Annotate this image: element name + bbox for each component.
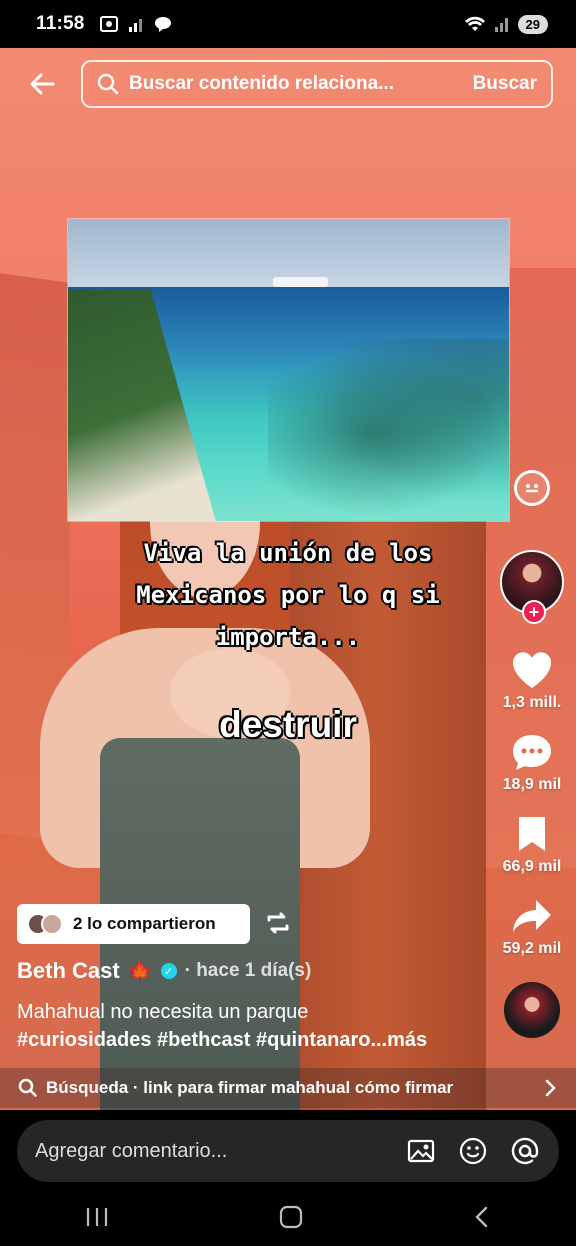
action-rail: + 1,3 mill. 18,9 mil 66,9 mil 59,2 mil — [488, 470, 576, 1038]
comment-placeholder: Agregar comentario... — [35, 1139, 228, 1162]
chevron-right-icon — [545, 1079, 556, 1097]
recent-apps-button[interactable] — [84, 1206, 110, 1233]
bookmark-count: 66,9 mil — [502, 858, 562, 875]
maple-leaf-emoji: 🍁 — [127, 960, 153, 983]
top-search-bar: Buscar contenido relaciona... Buscar — [0, 60, 576, 108]
comment-input[interactable]: Agregar comentario... — [17, 1120, 559, 1182]
follow-button[interactable]: + — [522, 600, 546, 624]
like-count: 1,3 mill. — [502, 694, 562, 711]
post-description[interactable]: Mahahual no necesita un parque #curiosid… — [17, 998, 497, 1054]
share-action[interactable]: 59,2 mil — [502, 896, 562, 958]
recents-icon — [86, 1207, 108, 1226]
avatar — [41, 913, 63, 935]
post-time: · hace 1 día(s) — [184, 960, 312, 981]
emoji-icon — [459, 1137, 487, 1165]
home-icon — [279, 1205, 303, 1228]
creator-avatar[interactable]: + — [500, 550, 564, 624]
beach-photo-overlay — [67, 218, 510, 522]
bookmark-icon — [518, 817, 545, 851]
mention-button[interactable] — [509, 1135, 541, 1167]
search-button[interactable]: Buscar — [473, 73, 537, 95]
author-row: Beth Cast 🍁 ✓ · hace 1 día(s) — [17, 958, 311, 984]
back-button[interactable] — [0, 60, 84, 108]
wifi-icon — [464, 16, 485, 31]
share-arrow-icon — [512, 900, 551, 932]
emoji-button[interactable] — [457, 1135, 489, 1167]
search-icon — [97, 73, 119, 95]
system-back-button[interactable] — [472, 1205, 492, 1234]
at-sign-icon — [511, 1137, 539, 1165]
face-icon — [525, 484, 539, 493]
share-count: 59,2 mil — [502, 940, 562, 957]
system-nav-bar — [0, 1192, 576, 1246]
battery-indicator: 29 — [517, 14, 548, 34]
arrow-left-icon — [30, 73, 55, 95]
heart-icon — [512, 652, 552, 688]
image-picker-button[interactable] — [405, 1135, 437, 1167]
effect-button[interactable] — [514, 470, 550, 506]
chat-bubble-icon — [154, 17, 171, 32]
home-button[interactable] — [278, 1204, 304, 1235]
status-time: 11:58 — [36, 13, 85, 34]
status-notification-icons — [99, 15, 173, 33]
comment-bar: Agregar comentario... — [0, 1110, 576, 1192]
related-search-bar[interactable]: Búsqueda · link para firmar mahahual cóm… — [0, 1068, 576, 1108]
image-icon — [407, 1139, 435, 1163]
cell-signal-icon — [494, 18, 508, 32]
verified-badge-icon: ✓ — [160, 963, 177, 979]
description-text: Mahahual no necesita un parque — [17, 1001, 309, 1023]
screenshot-icon — [99, 16, 118, 32]
related-search-label: Búsqueda · link para firmar mahahual cóm… — [46, 1078, 454, 1097]
search-query-text[interactable]: Buscar contenido relaciona... — [129, 73, 473, 95]
search-field[interactable]: Buscar contenido relaciona... Buscar — [81, 60, 553, 108]
shared-by-label: 2 lo compartieron — [73, 914, 216, 933]
comment-count: 18,9 mil — [502, 776, 562, 793]
chevron-left-icon — [475, 1206, 488, 1227]
shared-by-chip[interactable]: 2 lo compartieron — [17, 904, 250, 944]
comment-icon — [512, 735, 551, 770]
author-name[interactable]: Beth Cast — [17, 958, 120, 984]
signal-icon — [128, 19, 142, 32]
hashtags[interactable]: #curiosidades #bethcast #quintanaro...má… — [17, 1026, 497, 1054]
sound-disc[interactable] — [504, 982, 560, 1038]
search-icon — [18, 1078, 37, 1097]
status-bar: 11:58 29 — [0, 0, 576, 48]
like-action[interactable]: 1,3 mill. — [502, 650, 562, 712]
repost-icon[interactable] — [264, 910, 292, 941]
bookmark-action[interactable]: 66,9 mil — [502, 814, 562, 876]
comment-action[interactable]: 18,9 mil — [502, 732, 562, 794]
